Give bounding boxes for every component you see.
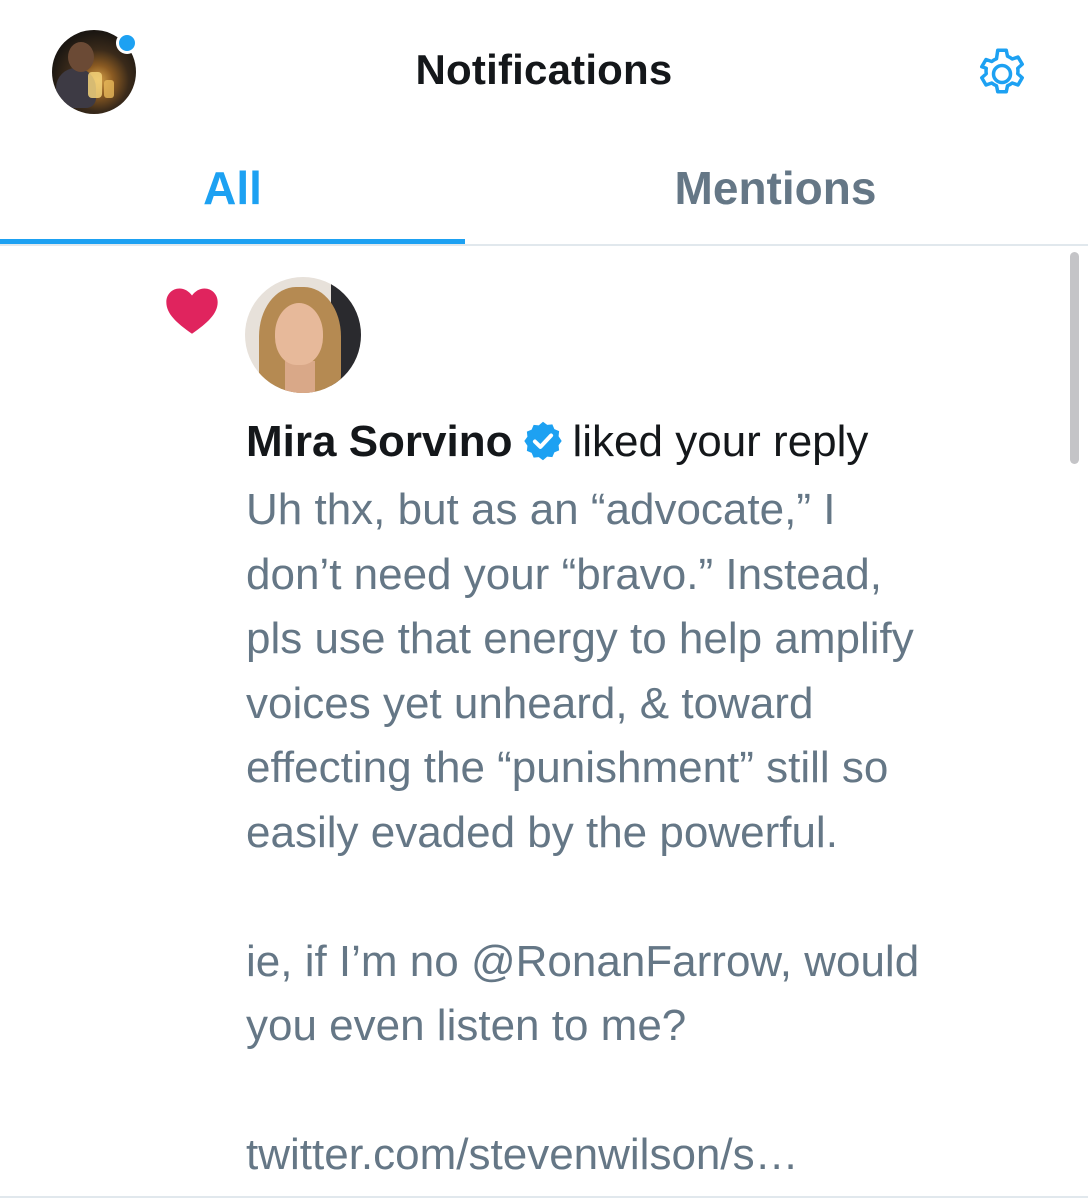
notification-action: liked your reply	[572, 417, 869, 466]
page-title: Notifications	[415, 46, 673, 93]
divider	[0, 1196, 1088, 1198]
tweet-blank-line	[246, 865, 1046, 930]
tweet-line: pls use that energy to help amplify	[246, 614, 914, 663]
user-name[interactable]: Mira Sorvino	[246, 417, 513, 466]
tweet-line: effecting the “punishment” still so	[246, 743, 889, 792]
tweet-line: voices yet unheard, & toward	[246, 678, 814, 728]
tweet-line: you even listen to me?	[246, 1001, 687, 1050]
tweet-line: ie, if I’m no @RonanFarrow, would	[246, 936, 920, 986]
scrollbar[interactable]	[1070, 252, 1079, 464]
avatar-face	[275, 303, 323, 365]
avatar-neck	[285, 361, 315, 393]
gear-icon[interactable]	[972, 44, 1032, 104]
notification-headline: Mira Sorvino liked your reply	[246, 412, 868, 472]
top-bar: Notifications	[0, 0, 1088, 140]
tweet-line: easily evaded by the powerful.	[246, 807, 838, 857]
tab-mentions[interactable]: Mentions	[543, 140, 1008, 244]
verified-badge-icon	[523, 421, 562, 461]
tab-all[interactable]: All	[0, 140, 465, 244]
user-avatar[interactable]	[245, 277, 361, 393]
tweet-text[interactable]: Uh thx, but as an “advocate,” I don’t ne…	[246, 478, 1046, 1188]
tweet-blank-line	[246, 1059, 1046, 1124]
tweet-line: Uh thx, but as an “advocate,” I	[246, 485, 836, 534]
tweet-line: don’t need your “bravo.” Instead,	[246, 549, 882, 599]
tweet-link[interactable]: twitter.com/stevenwilson/s…	[246, 1123, 1046, 1188]
heart-icon	[166, 288, 218, 334]
notification-tabs: All Mentions	[0, 140, 1088, 246]
